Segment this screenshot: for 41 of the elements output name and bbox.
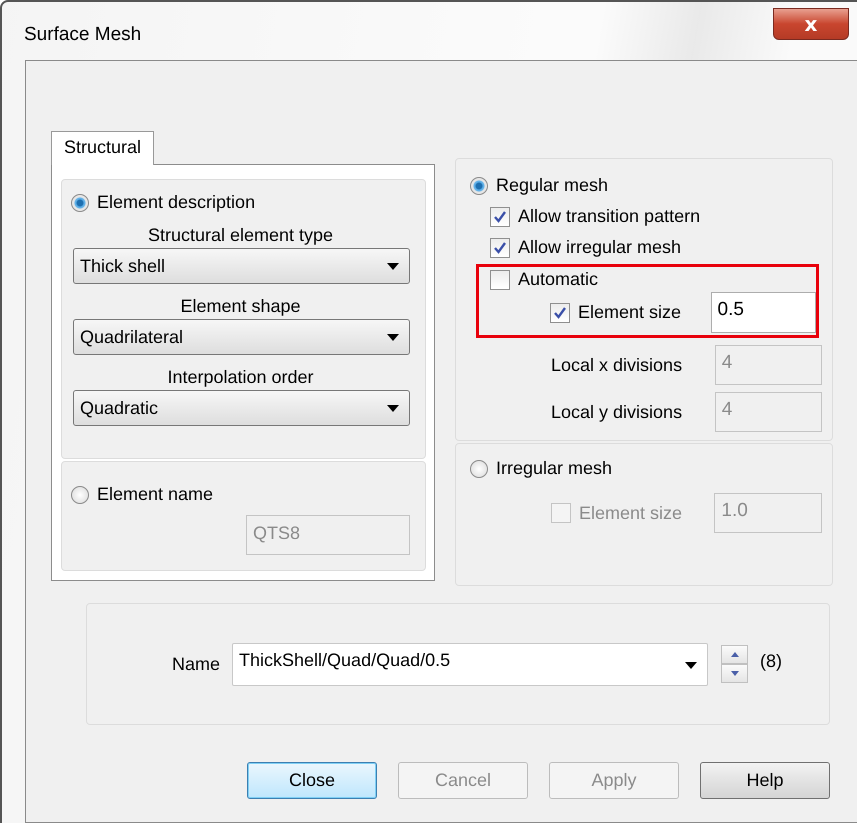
dropdown[interactable]: Quadratic [73, 390, 410, 426]
checkbox[interactable] [490, 238, 510, 258]
checkbox-label: Allow transition pattern [518, 206, 700, 227]
caret-icon [387, 262, 399, 270]
caret-icon [387, 334, 399, 340]
radio-button[interactable] [470, 176, 488, 194]
count-label: (8) [760, 650, 782, 672]
checkbox-label: Automatic [518, 269, 598, 290]
field-label: Element shape [179, 296, 302, 317]
spin-down-button[interactable] [721, 664, 748, 683]
checkbox[interactable] [550, 302, 570, 322]
checkbox[interactable] [490, 206, 510, 226]
field-label: Structural element type [146, 225, 334, 246]
window-title: Surface Mesh [24, 24, 142, 46]
dropdown[interactable]: Quadrilateral [73, 319, 410, 355]
field-label: Local y divisions [551, 402, 684, 422]
down-arrow-icon [730, 671, 739, 676]
checkbox-label: Element size [578, 302, 682, 323]
checkbox-label: Allow irregular mesh [518, 237, 682, 258]
checkbox[interactable] [490, 270, 510, 290]
dropdown[interactable]: Thick shell [73, 248, 410, 284]
caret-icon [387, 404, 399, 412]
dialog-button[interactable]: Close [247, 762, 377, 799]
field-label: Name [172, 654, 220, 674]
radio-button[interactable] [71, 194, 89, 212]
radio-label: Irregular mesh [496, 458, 612, 479]
radio-button[interactable] [470, 460, 488, 478]
radio-label: Element name [97, 484, 214, 505]
field-label: Local x divisions [551, 354, 684, 376]
window-close-button[interactable]: x [773, 8, 849, 40]
checkbox-label: Element size [579, 502, 684, 524]
dialog-button[interactable]: Help [700, 762, 830, 799]
field-label: Interpolation order [166, 367, 315, 388]
input-field[interactable]: 0.5 [710, 292, 816, 333]
up-arrow-icon [730, 652, 739, 657]
caret-icon [685, 662, 698, 668]
spin-up-button[interactable] [721, 645, 748, 664]
radio-label: Element description [97, 192, 256, 213]
tab[interactable]: Structural [51, 131, 154, 165]
radio-label: Regular mesh [496, 175, 608, 196]
dropdown[interactable]: ThickShell/Quad/Quad/0.5 [232, 642, 708, 686]
